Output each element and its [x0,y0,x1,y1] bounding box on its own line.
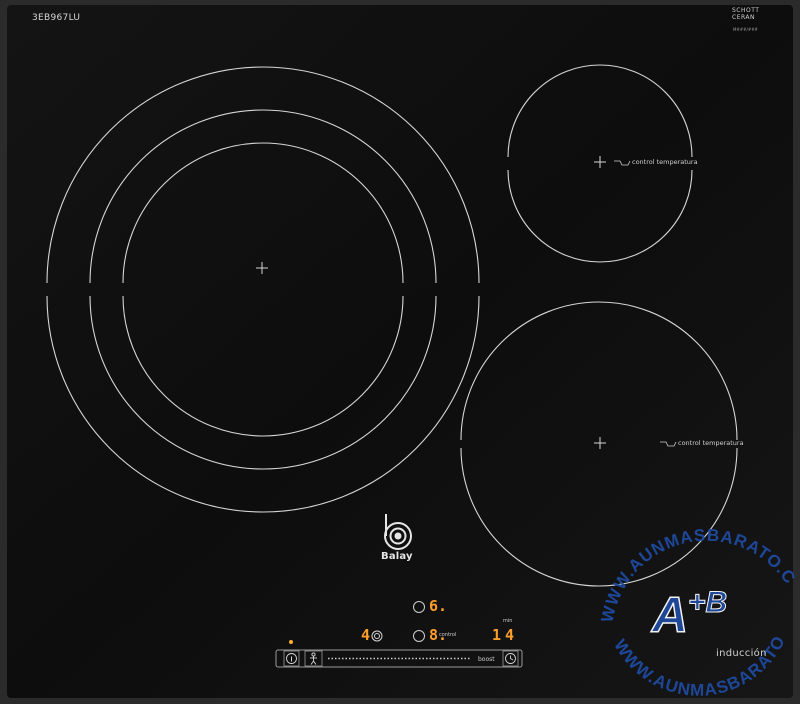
zone-label-bottom-right: control temperatura [678,439,744,447]
watermark-logo-a: A [650,587,688,643]
watermark-logo-b: +B [688,586,727,619]
glass-brand-line-1: SCHOTT [732,7,760,14]
display-right-sub: min [503,618,513,624]
boost-label[interactable]: boost [478,656,495,663]
glass-code: M###/### [733,27,758,32]
induction-cooktop: WWW.AUNMASBARATO.COM WWW.AUNMASBARATO.CO… [0,0,800,704]
display-left: 4 [361,626,371,644]
power-indicator-dot [289,640,293,644]
brand-name: Balay [381,551,413,562]
glass-brand-line-2: CERAN [732,14,755,21]
type-label: inducción [716,648,767,659]
display-top: 6. [429,597,448,615]
display-middle-sub: control [439,632,457,638]
zone-label-top-right: control temperatura [632,158,698,166]
display-right: 14 [492,626,519,644]
model-number: 3EB967LU [32,13,81,23]
glass-brand: SCHOTT CERAN [732,7,759,21]
